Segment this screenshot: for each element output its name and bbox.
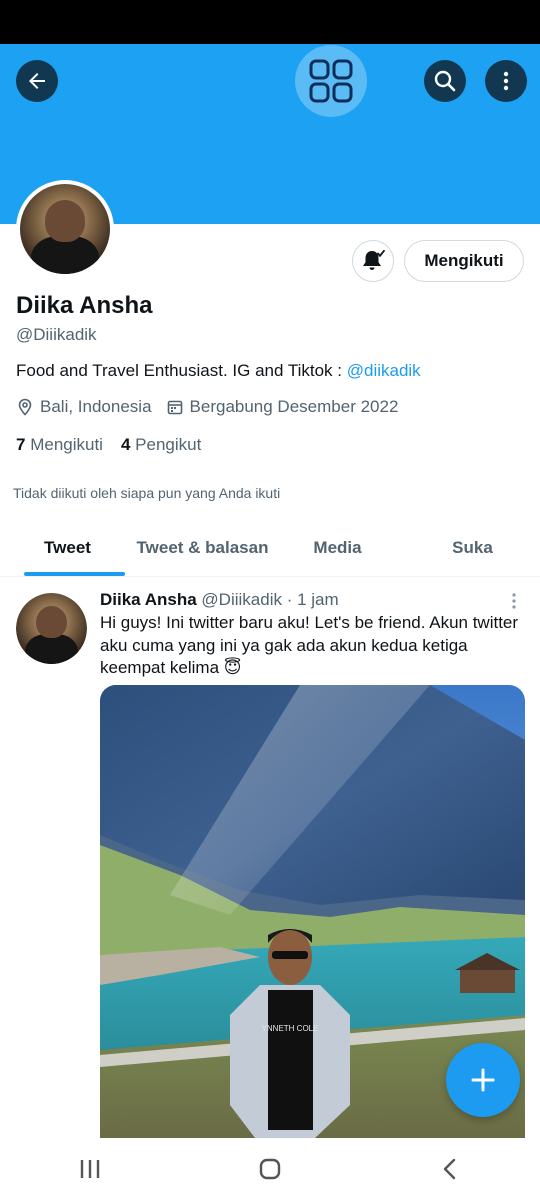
avatar-image bbox=[20, 184, 110, 274]
following-stat[interactable]: 7 Mengikuti bbox=[16, 435, 103, 454]
more-vertical-icon bbox=[503, 71, 509, 91]
nav-back-icon bbox=[443, 1158, 456, 1180]
system-navigation-bar bbox=[0, 1138, 540, 1200]
tab-likes[interactable]: Suka bbox=[405, 520, 540, 576]
compose-tweet-button[interactable] bbox=[446, 1043, 520, 1117]
tweet-text: Hi guys! Ini twitter baru aku! Let's be … bbox=[100, 613, 519, 677]
profile-joined-date: Bergabung Desember 2022 bbox=[189, 397, 399, 416]
app-grid-button[interactable] bbox=[295, 45, 367, 117]
profile-meta: Bali, Indonesia Bergabung Desember 2022 bbox=[16, 397, 398, 417]
active-tab-indicator bbox=[24, 572, 125, 576]
tab-media[interactable]: Media bbox=[270, 520, 405, 576]
tab-tweet-replies[interactable]: Tweet & balasan bbox=[135, 520, 270, 576]
nav-home-button[interactable] bbox=[240, 1149, 300, 1189]
nav-back-button[interactable] bbox=[420, 1149, 480, 1189]
tweet-author-name[interactable]: Diika Ansha bbox=[100, 590, 197, 609]
notification-bell-button[interactable] bbox=[352, 240, 394, 282]
profile-stats: 7 Mengikuti 4 Pengikut bbox=[16, 435, 201, 455]
tweet-header: Diika Ansha @Diiikadik · 1 jam bbox=[100, 590, 339, 610]
calendar-icon bbox=[166, 398, 184, 416]
more-options-button[interactable] bbox=[485, 60, 527, 102]
profile-location: Bali, Indonesia bbox=[40, 397, 152, 416]
status-bar bbox=[0, 0, 540, 44]
profile-name: Diika Ansha bbox=[16, 292, 153, 319]
profile-tabs: Tweet Tweet & balasan Media Suka bbox=[0, 520, 540, 577]
recents-icon bbox=[80, 1160, 100, 1178]
followers-stat[interactable]: 4 Pengikut bbox=[121, 435, 201, 454]
bio-text: Food and Travel Enthusiast. IG and Tikto… bbox=[16, 361, 347, 380]
tweet-meta: @Diiikadik · 1 jam bbox=[201, 590, 339, 609]
following-button[interactable]: Mengikuti bbox=[404, 240, 524, 282]
profile-avatar[interactable] bbox=[16, 180, 114, 278]
home-icon bbox=[259, 1158, 281, 1180]
profile-bio: Food and Travel Enthusiast. IG and Tikto… bbox=[16, 361, 421, 381]
photo-shirt-text: YNNETH COLE bbox=[262, 1024, 319, 1033]
location-pin-icon bbox=[16, 398, 34, 416]
tweet-more-button[interactable] bbox=[508, 592, 520, 610]
search-button[interactable] bbox=[424, 60, 466, 102]
back-arrow-icon bbox=[29, 73, 45, 89]
tab-tweet[interactable]: Tweet bbox=[0, 520, 135, 576]
plus-icon bbox=[471, 1068, 495, 1092]
tweet-avatar[interactable] bbox=[16, 593, 87, 664]
back-button[interactable] bbox=[16, 60, 58, 102]
profile-handle: @Diiikadik bbox=[16, 325, 97, 344]
not-followed-note: Tidak diikuti oleh siapa pun yang Anda i… bbox=[13, 485, 281, 501]
more-vertical-icon bbox=[512, 593, 516, 609]
app-grid-icon bbox=[309, 59, 353, 103]
bio-link[interactable]: @diikadik bbox=[347, 361, 421, 380]
nav-recents-button[interactable] bbox=[60, 1149, 120, 1189]
search-icon bbox=[434, 70, 456, 92]
notification-bell-icon bbox=[363, 249, 385, 270]
